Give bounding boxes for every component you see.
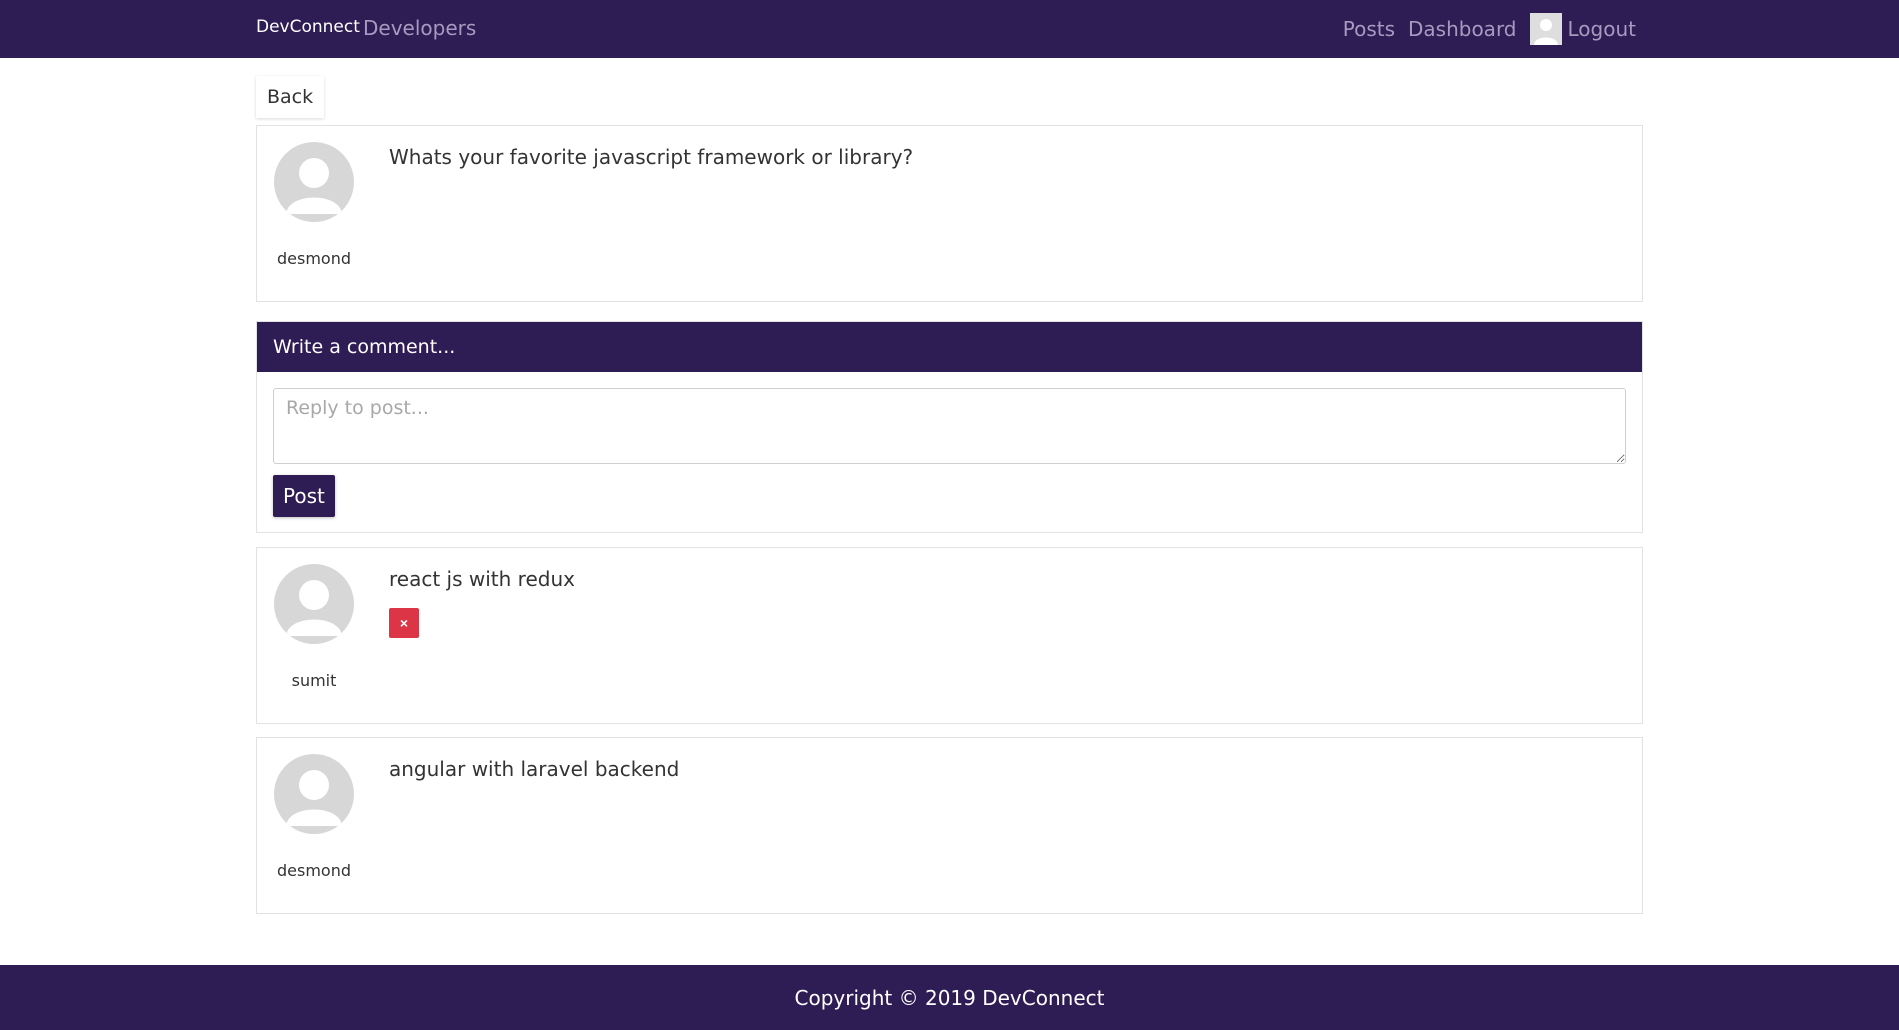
nav-dashboard[interactable]: Dashboard bbox=[1408, 17, 1517, 41]
author-name: desmond bbox=[276, 249, 351, 268]
comment-text: react js with redux bbox=[389, 567, 575, 591]
author-name: sumit bbox=[291, 671, 337, 690]
user-avatar-icon bbox=[1529, 13, 1562, 45]
navbar: DevConnect Developers Posts Dashboard Lo… bbox=[0, 0, 1899, 58]
brand-link[interactable]: DevConnect bbox=[256, 17, 360, 37]
avatar-icon[interactable] bbox=[274, 142, 354, 222]
comment-card: sumit react js with redux × bbox=[256, 547, 1643, 724]
logout-label: Logout bbox=[1567, 17, 1636, 41]
comment-text: angular with laravel backend bbox=[389, 757, 680, 781]
comment-form-header: Write a comment... bbox=[257, 322, 1642, 372]
nav-logout[interactable]: Logout bbox=[1529, 13, 1636, 45]
avatar-icon[interactable] bbox=[274, 754, 354, 834]
nav-developers[interactable]: Developers bbox=[363, 16, 476, 40]
comment-author: sumit bbox=[274, 564, 354, 690]
comment-card: desmond angular with laravel backend bbox=[256, 737, 1643, 914]
delete-comment-button[interactable]: × bbox=[389, 608, 419, 638]
comment-form: Write a comment... Post bbox=[256, 321, 1643, 533]
author-name: desmond bbox=[276, 861, 351, 880]
post-comment-button[interactable]: Post bbox=[273, 475, 335, 517]
reply-textarea[interactable] bbox=[273, 388, 1626, 464]
nav-right: Posts Dashboard Logout bbox=[1343, 13, 1636, 45]
post-card: desmond Whats your favorite javascript f… bbox=[256, 125, 1643, 302]
comment-author: desmond bbox=[274, 754, 354, 880]
close-icon: × bbox=[399, 615, 409, 631]
copyright-text: Copyright © 2019 DevConnect bbox=[794, 985, 1105, 1010]
post-author: desmond bbox=[274, 142, 354, 268]
nav-posts[interactable]: Posts bbox=[1343, 17, 1395, 41]
avatar-icon[interactable] bbox=[274, 564, 354, 644]
post-text: Whats your favorite javascript framework… bbox=[389, 145, 914, 169]
back-button[interactable]: Back bbox=[256, 76, 325, 118]
footer: Copyright © 2019 DevConnect bbox=[0, 965, 1899, 1030]
